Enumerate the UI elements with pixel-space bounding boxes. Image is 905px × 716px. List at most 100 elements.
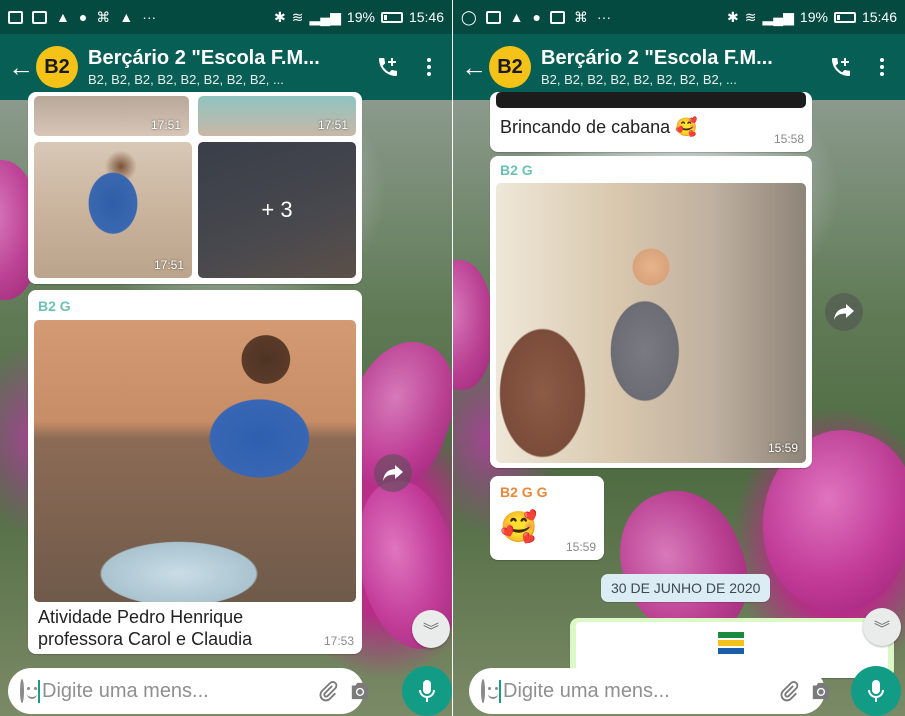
orchid-petal [453,260,493,390]
notification-icons: ◯ ▲ ● ⌘ ··· [461,9,611,26]
attach-button[interactable] [778,676,800,706]
chat-app-bar: ← B2 Berçário 2 "Escola F.M... B2, B2, B… [0,34,452,100]
more-icon: ··· [597,9,611,25]
logo-icon [718,632,744,654]
chat-icon: ● [532,9,541,25]
emoji-icon[interactable] [20,679,37,703]
voice-message-button[interactable] [851,666,901,716]
media-thumbnail[interactable]: 17:51 [34,142,192,278]
media-thumbnail[interactable]: 17:51 [198,96,356,136]
scroll-to-bottom-button[interactable]: ︾ [863,608,901,646]
camera-button[interactable] [810,676,832,706]
forward-button[interactable] [825,293,863,331]
photo-message[interactable]: B2 G 15:59 [490,156,812,468]
group-avatar[interactable]: B2 [489,46,531,88]
camera-icon [351,682,369,700]
status-bar: ◯ ▲ ● ⌘ ··· ✱ ≋ ▂▄▆ 19% 15:46 [453,0,905,34]
chevron-double-down-icon: ︾ [422,623,439,640]
message-time: 17:53 [323,634,354,648]
activity-photo[interactable] [34,320,356,602]
battery-icon [833,11,856,23]
drive-icon: ▲ [56,9,70,25]
chat-title: Berçário 2 "Escola F.M... [88,47,320,69]
message-input[interactable] [38,679,307,703]
back-arrow-icon[interactable]: ← [461,52,487,83]
forward-icon [383,465,403,481]
bluetooth-icon: ✱ [727,8,739,25]
phone-screen-left: ▲ ● ⌘ ▲ ··· ✱ ≋ ▂▄▆ 19% 15:46 ← B2 Berçá… [0,0,452,716]
video-message[interactable]: Brincando de cabana 🥰 15:58 [490,92,812,152]
date-divider: 30 DE JUNHO DE 2020 [601,574,771,602]
chat-participants: B2, B2, B2, B2, B2, B2, B2, B2, ... [541,72,737,87]
more-media-count: + 3 [198,142,356,278]
message-emoji: 🥰 [500,511,538,544]
camera-button[interactable] [349,676,371,706]
chevron-double-down-icon: ︾ [873,621,890,638]
message-sender: B2 G [500,162,533,178]
message-caption: Atividade Pedro Henrique professora Caro… [38,607,253,649]
message-sender: B2 G [38,298,71,314]
cell-signal-icon: ▂▄▆ [762,8,794,25]
forward-button[interactable] [374,454,412,492]
video-thumbnail[interactable] [496,92,806,108]
more-icon: ··· [142,9,157,25]
battery-percent: 19% [799,9,828,25]
message-time: 17:51 [150,118,181,132]
more-vert-icon [880,65,884,69]
scroll-to-bottom-button[interactable]: ︾ [412,610,450,648]
chat-app-bar: ← B2 Berçário 2 "Escola F.M... B2, B2, B… [453,34,905,100]
chat-header[interactable]: Berçário 2 "Escola F.M... B2, B2, B2, B2… [88,47,370,87]
mic-icon [419,680,435,702]
battery-icon [380,11,403,23]
message-time: 15:58 [773,132,804,146]
cabin-photo[interactable]: 15:59 [496,183,806,463]
wifi-icon: ≋ [744,8,757,25]
battery-percent: 19% [346,9,375,25]
clock: 15:46 [408,9,444,25]
notification-icons: ▲ ● ⌘ ▲ ··· [8,9,156,26]
paperclip-icon [780,681,799,702]
emoji-message[interactable]: B2 G G 🥰 15:59 [490,476,604,560]
message-composer [8,668,369,714]
attach-button[interactable] [317,676,339,706]
gallery-icon [550,10,565,24]
more-options-button[interactable] [867,49,897,85]
clock: 15:46 [861,9,897,25]
gallery-icon [32,10,47,24]
chat-icon: ● [78,9,88,25]
more-vert-icon [427,65,431,69]
message-time: 17:51 [317,118,348,132]
signal-icon: ⌘ [574,8,588,25]
wifi-icon: ≋ [291,8,304,25]
message-input[interactable] [499,679,768,703]
chat-header[interactable]: Berçário 2 "Escola F.M... B2, B2, B2, B2… [541,47,823,87]
add-call-button[interactable] [823,49,859,85]
emoji-icon[interactable] [481,679,498,703]
camera-icon [812,682,830,700]
add-call-icon [379,58,397,76]
drive-icon: ▲ [509,9,524,25]
message-caption: Brincando de cabana 🥰 [500,117,698,137]
message-time: 15:59 [767,441,798,455]
message-time: 17:51 [153,258,184,272]
media-grid-message[interactable]: 17:51 17:51 17:51 + 3 [28,92,362,284]
group-avatar[interactable]: B2 [36,46,78,88]
message-sender: B2 G G [500,484,548,500]
message-composer [469,668,830,714]
voice-message-button[interactable] [402,666,452,716]
cell-signal-icon: ▂▄▆ [309,8,341,25]
phone-screen-right: ◯ ▲ ● ⌘ ··· ✱ ≋ ▂▄▆ 19% 15:46 ← B2 Berçá… [453,0,905,716]
notification-icon [485,10,501,24]
message-time: 15:59 [565,540,596,554]
back-arrow-icon[interactable]: ← [8,52,34,83]
add-call-button[interactable] [370,49,406,85]
chat-title: Berçário 2 "Escola F.M... [541,47,773,69]
chat-participants: B2, B2, B2, B2, B2, B2, B2, B2, ... [88,72,284,87]
more-options-button[interactable] [414,49,444,85]
whatsapp-icon: ◯ [461,8,477,25]
status-bar: ▲ ● ⌘ ▲ ··· ✱ ≋ ▂▄▆ 19% 15:46 [0,0,452,34]
mic-icon [868,680,884,702]
media-thumbnail[interactable]: 17:51 [34,96,189,136]
more-media-thumbnail[interactable]: + 3 [198,142,356,278]
photo-message[interactable]: B2 G Atividade Pedro Henrique professora… [28,290,362,654]
